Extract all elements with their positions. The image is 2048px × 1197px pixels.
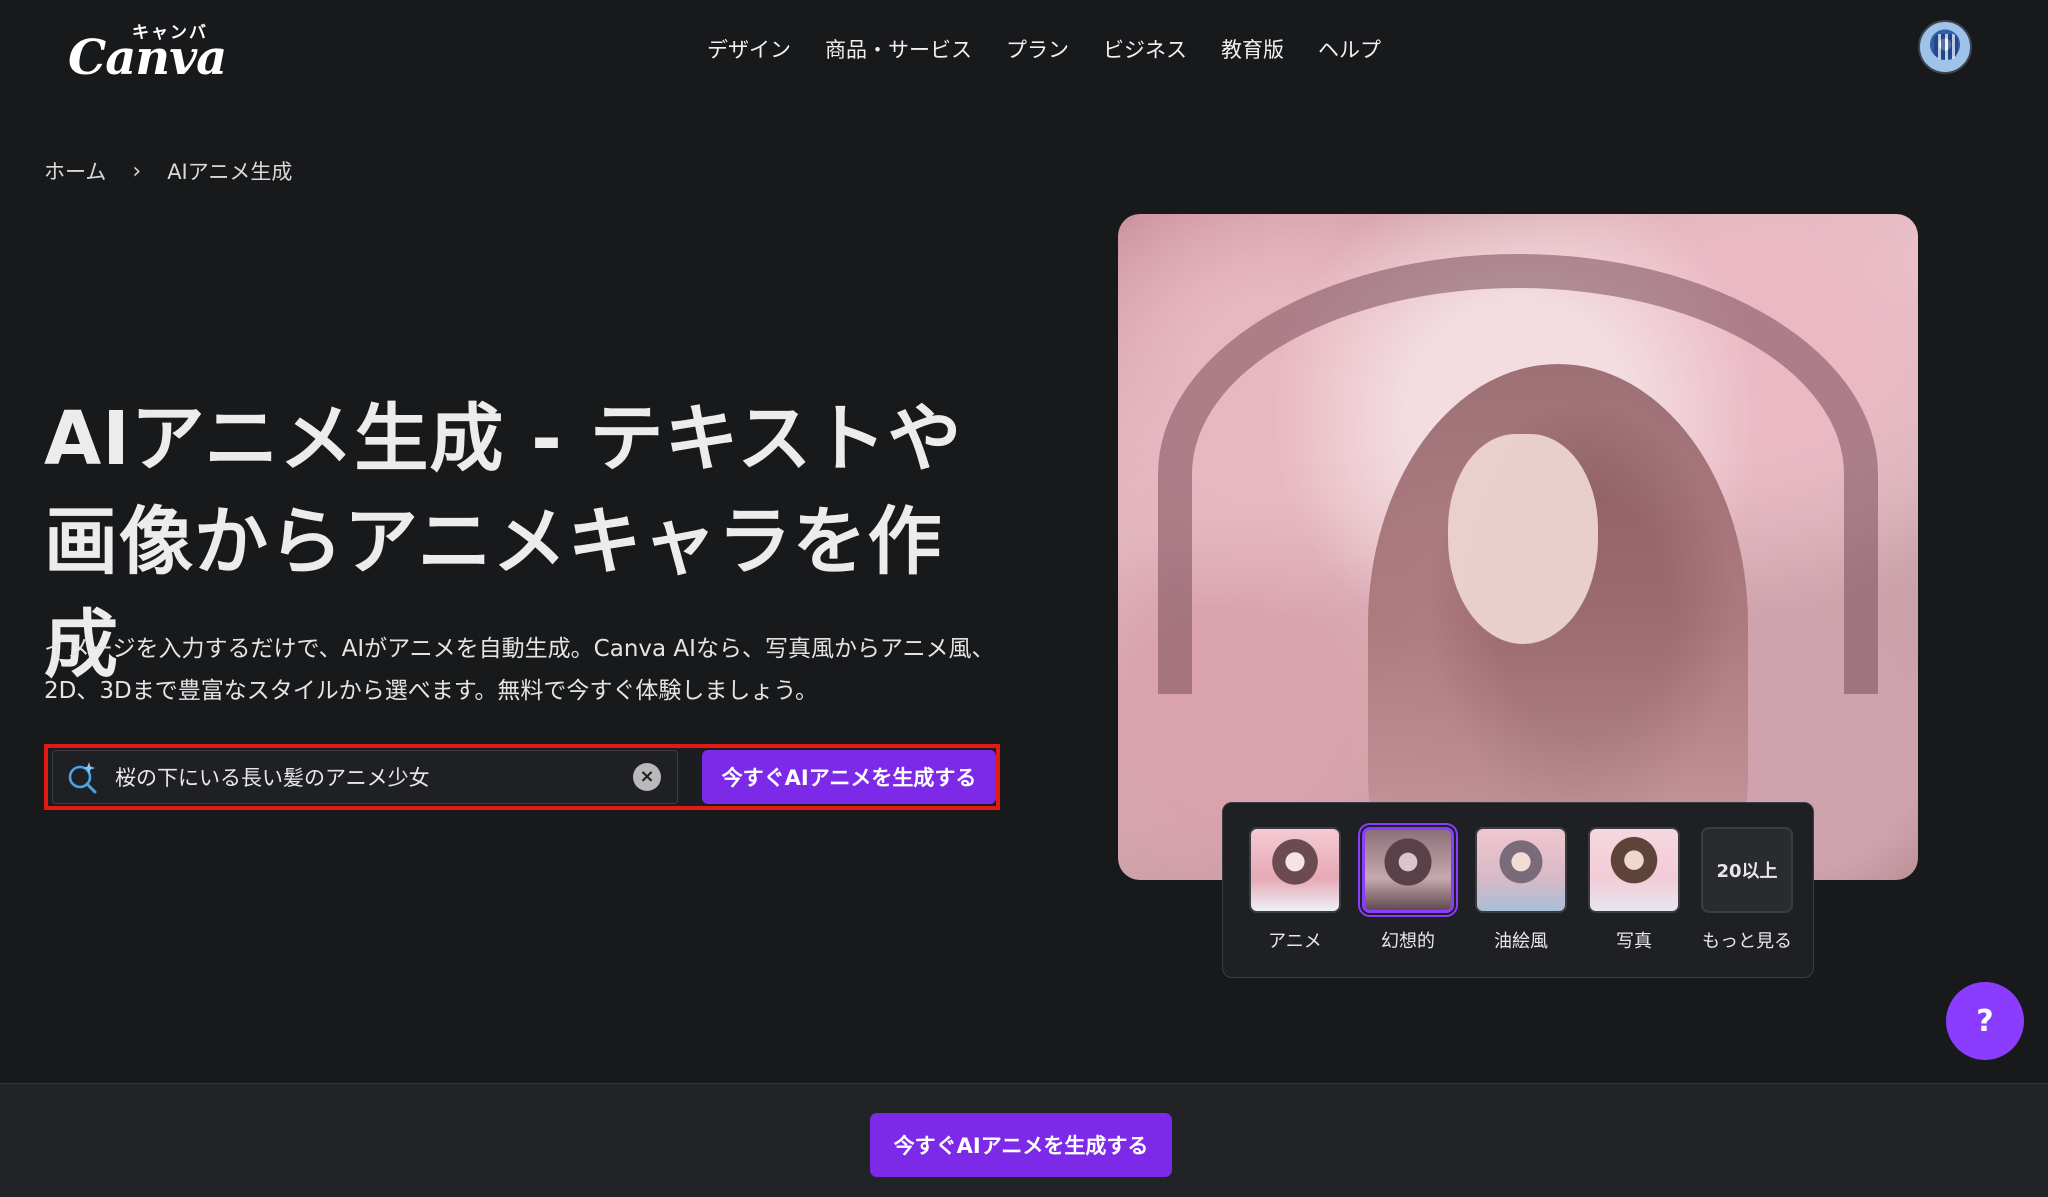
- logo-word: Canva: [68, 30, 227, 86]
- page: キャンバ Canva デザイン 商品・サービス プラン ビジネス 教育版 ヘルプ…: [0, 0, 2048, 1197]
- bottom-generate-button[interactable]: 今すぐAIアニメを生成する: [870, 1113, 1172, 1177]
- style-option-fantasy[interactable]: 幻想的: [1362, 827, 1454, 953]
- style-option-more[interactable]: 20以上 もっと見る: [1701, 827, 1793, 953]
- breadcrumb-current: AIアニメ生成: [167, 160, 293, 184]
- more-styles-thumb[interactable]: 20以上: [1701, 827, 1793, 913]
- help-button[interactable]: ?: [1946, 982, 2024, 1060]
- hero-anime-image: [1118, 214, 1918, 880]
- prompt-input[interactable]: [115, 765, 633, 789]
- breadcrumb: ホーム › AIアニメ生成: [44, 156, 292, 186]
- prompt-search-bar: × 今すぐAIアニメを生成する: [44, 744, 1000, 810]
- nav-item-plans[interactable]: プラン: [989, 30, 1086, 68]
- main-nav: デザイン 商品・サービス プラン ビジネス 教育版 ヘルプ: [690, 30, 1398, 68]
- clear-input-icon[interactable]: ×: [633, 763, 661, 791]
- nav-item-help[interactable]: ヘルプ: [1301, 30, 1398, 68]
- breadcrumb-home[interactable]: ホーム: [44, 156, 106, 186]
- style-label: もっと見る: [1702, 931, 1792, 952]
- style-label: 写真: [1616, 931, 1652, 952]
- style-thumb-fantasy[interactable]: [1362, 827, 1454, 913]
- nav-item-business[interactable]: ビジネス: [1086, 30, 1204, 68]
- sticky-bottom-bar: 今すぐAIアニメを生成する: [0, 1083, 2048, 1197]
- style-label: 油絵風: [1494, 931, 1548, 952]
- style-selector: アニメ 幻想的 油絵風 写真 20以上 もっと見る: [1222, 802, 1814, 978]
- style-label: 幻想的: [1381, 931, 1435, 952]
- user-avatar[interactable]: [1918, 20, 1972, 74]
- style-option-oil-painting[interactable]: 油絵風: [1475, 827, 1567, 953]
- style-thumb-photo[interactable]: [1588, 827, 1680, 913]
- style-thumb-oil-painting[interactable]: [1475, 827, 1567, 913]
- hero-description: イメージを入力するだけで、AIがアニメを自動生成。Canva AIなら、写真風か…: [44, 636, 995, 704]
- style-option-photo[interactable]: 写真: [1588, 827, 1680, 953]
- prompt-field: ×: [52, 750, 678, 804]
- chevron-right-icon: ›: [132, 158, 142, 184]
- style-thumb-anime[interactable]: [1249, 827, 1341, 913]
- style-option-anime[interactable]: アニメ: [1249, 827, 1341, 953]
- canva-logo[interactable]: キャンバ Canva: [68, 18, 227, 86]
- nav-item-education[interactable]: 教育版: [1204, 30, 1301, 68]
- generate-button[interactable]: 今すぐAIアニメを生成する: [702, 750, 996, 804]
- face-shape: [1448, 434, 1598, 644]
- ai-search-icon: [65, 760, 99, 794]
- nav-item-design[interactable]: デザイン: [690, 30, 808, 68]
- nav-item-products[interactable]: 商品・サービス: [808, 30, 989, 68]
- style-label: アニメ: [1268, 931, 1322, 952]
